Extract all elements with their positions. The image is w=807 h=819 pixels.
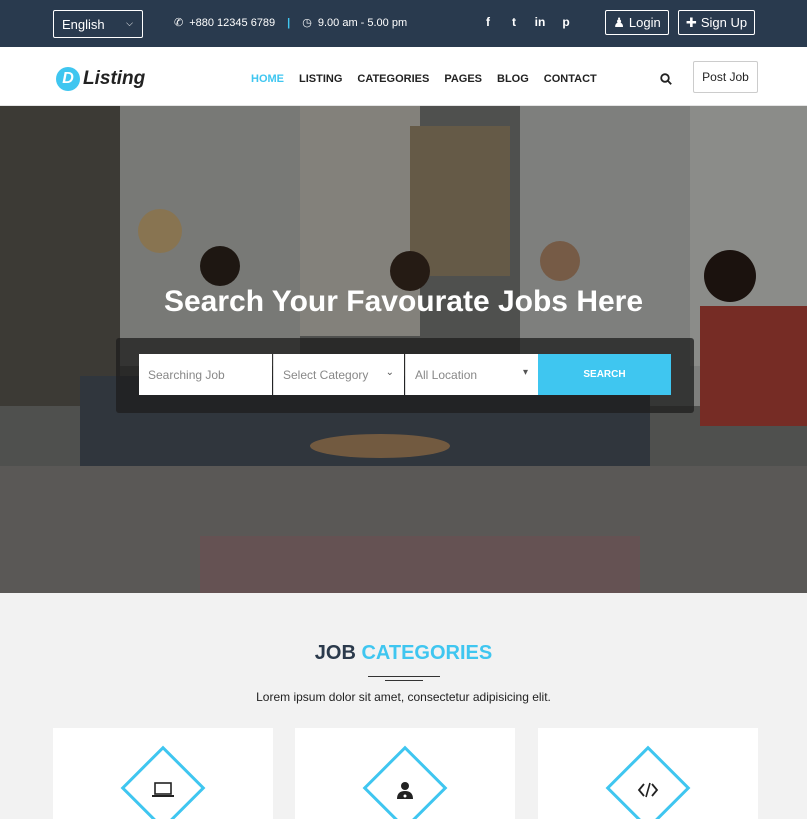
clock-icon: ◷	[302, 17, 312, 29]
nav-item-listing[interactable]: LISTING	[299, 73, 342, 85]
category-card[interactable]	[538, 728, 758, 819]
user-icon: ♟	[613, 14, 625, 30]
signup-label: Sign Up	[700, 15, 748, 30]
section-subtitle: Lorem ipsum dolor sit amet, consectetur …	[256, 690, 551, 704]
contact-separator: |	[287, 16, 291, 29]
nav-item-contact[interactable]: CONTACT	[544, 73, 597, 85]
chevron-down-icon: ⌵	[126, 18, 133, 28]
search-icon[interactable]	[660, 73, 672, 85]
chevron-down-icon: ⌄	[385, 367, 394, 378]
doctor-icon	[397, 782, 413, 799]
twitter-icon[interactable]: t	[507, 15, 521, 29]
category-card[interactable]	[53, 728, 273, 819]
linkedin-icon[interactable]: in	[533, 15, 547, 29]
language-value: English	[62, 17, 105, 32]
site-logo[interactable]: D Listing	[56, 67, 145, 91]
nav-menu: HOME LISTING CATEGORIES PAGES BLOG CONTA…	[251, 73, 597, 85]
job-categories-section: JOB CATEGORIES Lorem ipsum dolor sit ame…	[0, 593, 807, 819]
phone-icon: ✆	[174, 17, 184, 29]
logo-text: Listing	[83, 68, 146, 89]
section-title-part2: CATEGORIES	[361, 642, 493, 664]
search-button[interactable]: SEARCH	[538, 354, 671, 395]
nav-item-pages[interactable]: PAGES	[444, 73, 482, 85]
category-select[interactable]: Select Category ⌄	[273, 354, 404, 395]
office-hours: 9.00 am - 5.00 pm	[317, 16, 408, 29]
title-divider-short	[385, 680, 423, 681]
main-navbar: D Listing HOME LISTING CATEGORIES PAGES …	[0, 47, 807, 106]
post-job-button[interactable]: Post Job	[693, 61, 758, 93]
social-links: f t in p	[481, 15, 573, 29]
language-select[interactable]: English ⌵	[53, 10, 143, 38]
logo-badge: D	[56, 67, 80, 91]
caret-down-icon: ▾	[522, 367, 528, 378]
contact-info: ✆ +880 12345 6789 | ◷ 9.00 am - 5.00 pm	[174, 16, 408, 30]
location-select[interactable]: All Location ▾	[405, 354, 538, 395]
section-title-part1: JOB	[314, 642, 356, 664]
plus-icon: ✚	[685, 14, 697, 30]
signup-button[interactable]: ✚ Sign Up	[678, 10, 755, 35]
nav-item-categories[interactable]: CATEGORIES	[357, 73, 429, 85]
top-bar: English ⌵ ✆ +880 12345 6789 | ◷ 9.00 am …	[0, 0, 807, 47]
location-select-value: All Location	[415, 367, 478, 382]
laptop-icon	[152, 782, 174, 797]
title-divider	[368, 676, 440, 677]
category-select-value: Select Category	[283, 367, 369, 382]
login-label: Login	[628, 15, 661, 30]
job-keyword-input[interactable]: Searching Job	[139, 354, 272, 395]
hero-section: Search Your Favourate Jobs Here Searchin…	[0, 106, 807, 593]
category-card[interactable]	[295, 728, 515, 819]
facebook-icon[interactable]: f	[481, 15, 495, 29]
code-icon	[637, 782, 659, 798]
hero-title: Search Your Favourate Jobs Here	[163, 285, 644, 318]
section-title: JOB CATEGORIES	[0, 642, 807, 665]
nav-item-home[interactable]: HOME	[251, 73, 284, 85]
login-button[interactable]: ♟ Login	[605, 10, 669, 35]
job-search-form: Searching Job Select Category ⌄ All Loca…	[116, 338, 694, 413]
phone-number: +880 12345 6789	[189, 16, 276, 29]
pinterest-icon[interactable]: p	[559, 15, 573, 29]
nav-item-blog[interactable]: BLOG	[497, 73, 529, 85]
